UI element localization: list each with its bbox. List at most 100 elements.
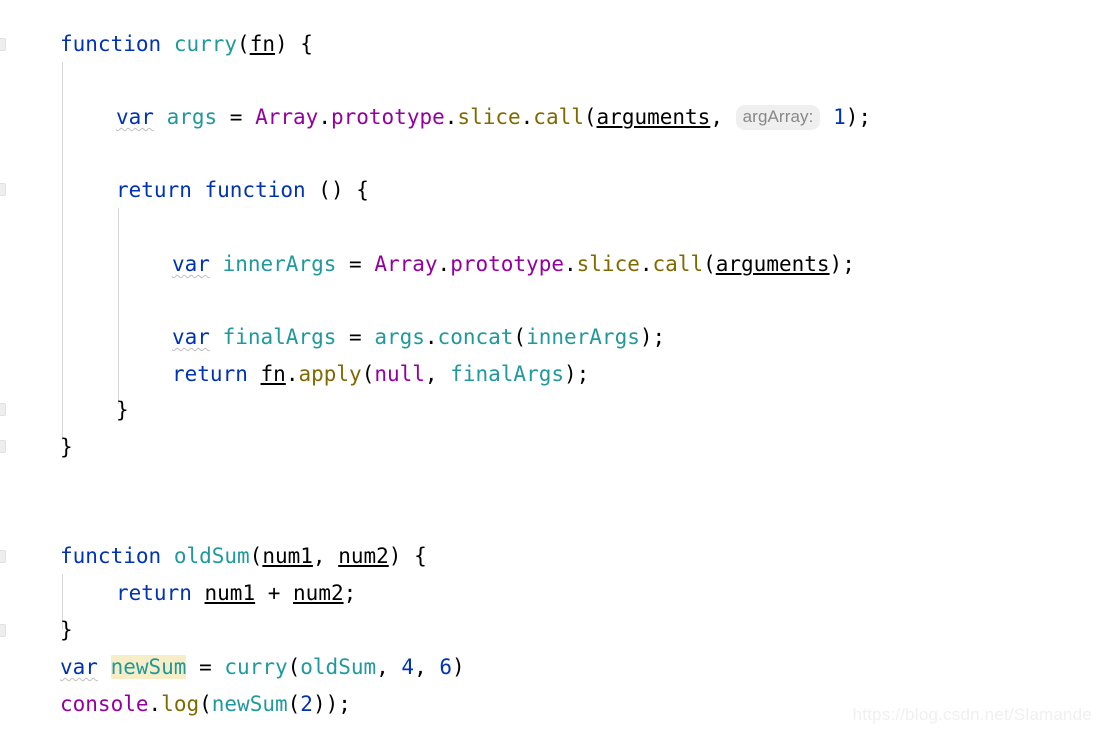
gutter-fold-marker[interactable]: [0, 183, 6, 196]
line-tail: );: [845, 105, 872, 129]
brace-open: {: [401, 544, 427, 568]
code-line-9[interactable]: var finalArgs = args.concat(innerArgs);: [172, 319, 665, 355]
keyword-function: function: [60, 32, 162, 56]
method-apply: apply: [298, 362, 362, 386]
code-line-19[interactable]: console.log(newSum(2));: [60, 686, 351, 722]
dot: .: [563, 252, 577, 276]
keyword-return: return: [172, 362, 248, 386]
keyword-function: function: [60, 544, 162, 568]
variable-innerargs: innerArgs: [209, 252, 350, 276]
keyword-var: var: [172, 325, 210, 349]
identifier-finalargs: finalArgs: [450, 362, 565, 386]
gutter-fold-marker[interactable]: [0, 624, 6, 637]
plus-operator: +: [255, 581, 294, 605]
dot: .: [639, 252, 653, 276]
class-array: Array: [255, 105, 319, 129]
number-literal-2: 2: [300, 692, 313, 716]
code-line-17[interactable]: }: [60, 612, 73, 648]
paren-close: ): [388, 544, 402, 568]
gutter-fold-marker[interactable]: [0, 550, 6, 563]
paren-open: (: [361, 362, 375, 386]
arg-oldsum: oldSum: [300, 655, 377, 679]
gutter-fold-marker[interactable]: [0, 403, 6, 416]
paren-close: ): [274, 32, 288, 56]
paren-open-inner: (: [287, 692, 301, 716]
dot: .: [285, 362, 299, 386]
line-tail: );: [639, 325, 666, 349]
param-num1: num1: [204, 581, 256, 605]
indent-guide-level-1: [62, 62, 63, 440]
assign-operator: =: [349, 252, 375, 276]
variable-newsum: newSum: [110, 655, 187, 679]
dot: .: [437, 252, 451, 276]
keyword-null: null: [374, 362, 425, 386]
method-slice: slice: [457, 105, 521, 129]
code-line-10[interactable]: return fn.apply(null, finalArgs);: [172, 356, 589, 392]
method-call: call: [533, 105, 584, 129]
identifier-fn: fn: [260, 362, 286, 386]
method-slice: slice: [576, 252, 640, 276]
call-curry: curry: [224, 655, 288, 679]
code-editor-canvas[interactable]: function curry(fn) { var args = Array.pr…: [0, 0, 1106, 731]
empty-params-and-brace: () {: [305, 178, 369, 202]
param-num2: num2: [338, 544, 389, 568]
dot: .: [148, 692, 162, 716]
code-line-12[interactable]: }: [60, 429, 73, 465]
line-tail: );: [564, 362, 590, 386]
arg-arguments: arguments: [596, 105, 711, 129]
line-tail: );: [829, 252, 855, 276]
property-prototype: prototype: [330, 105, 445, 129]
code-line-1[interactable]: function curry(fn) {: [60, 26, 313, 62]
param-fn: fn: [249, 32, 275, 56]
property-prototype: prototype: [450, 252, 564, 276]
code-line-18[interactable]: var newSum = curry(oldSum, 4, 6): [60, 649, 465, 685]
dot: .: [520, 105, 534, 129]
keyword-var: var: [116, 105, 154, 129]
paren-open: (: [249, 544, 263, 568]
keyword-var: var: [60, 655, 98, 679]
code-line-5[interactable]: return function () {: [116, 172, 369, 208]
param-num2: num2: [293, 581, 344, 605]
watermark-text: https://blog.csdn.net/Slamande: [852, 705, 1092, 724]
assign-operator: =: [349, 325, 375, 349]
paren-open: (: [199, 692, 212, 716]
dot: .: [318, 105, 331, 129]
gutter-fold-marker[interactable]: [0, 440, 6, 453]
variable-args: args: [153, 105, 230, 129]
semicolon: ;: [343, 581, 357, 605]
dot: .: [444, 105, 458, 129]
code-line-15[interactable]: function oldSum(num1, num2) {: [60, 538, 427, 574]
paren-open: (: [583, 105, 597, 129]
comma: ,: [414, 655, 440, 679]
paren-open: (: [703, 252, 716, 276]
method-concat: concat: [437, 325, 514, 349]
brace-open: {: [287, 32, 313, 56]
paren-close: ): [452, 655, 465, 679]
identifier-innerargs: innerArgs: [526, 325, 640, 349]
number-literal-6: 6: [439, 655, 453, 679]
identifier-args: args: [374, 325, 425, 349]
arg-arguments: arguments: [715, 252, 830, 276]
code-line-7[interactable]: var innerArgs = Array.prototype.slice.ca…: [172, 246, 855, 282]
comma: ,: [424, 362, 451, 386]
inlay-parameter-hint[interactable]: argArray:: [735, 105, 821, 130]
brace-close: }: [60, 435, 73, 459]
assign-operator: =: [229, 105, 256, 129]
line-tail: ));: [312, 692, 351, 716]
gutter-fold-marker[interactable]: [0, 38, 6, 51]
keyword-return: return: [116, 581, 192, 605]
code-line-16[interactable]: return num1 + num2;: [116, 575, 356, 611]
number-literal: 1: [833, 105, 846, 129]
code-line-11[interactable]: }: [116, 392, 129, 428]
keyword-var: var: [172, 252, 210, 276]
class-array: Array: [374, 252, 438, 276]
comma: ,: [312, 544, 339, 568]
param-num1: num1: [262, 544, 313, 568]
code-line-3[interactable]: var args = Array.prototype.slice.call(ar…: [116, 99, 871, 135]
method-call: call: [652, 252, 704, 276]
comma: ,: [710, 105, 736, 129]
indent-guide-level-2: [118, 208, 119, 404]
assign-operator: =: [186, 655, 225, 679]
object-console: console: [60, 692, 149, 716]
paren-open: (: [287, 655, 301, 679]
